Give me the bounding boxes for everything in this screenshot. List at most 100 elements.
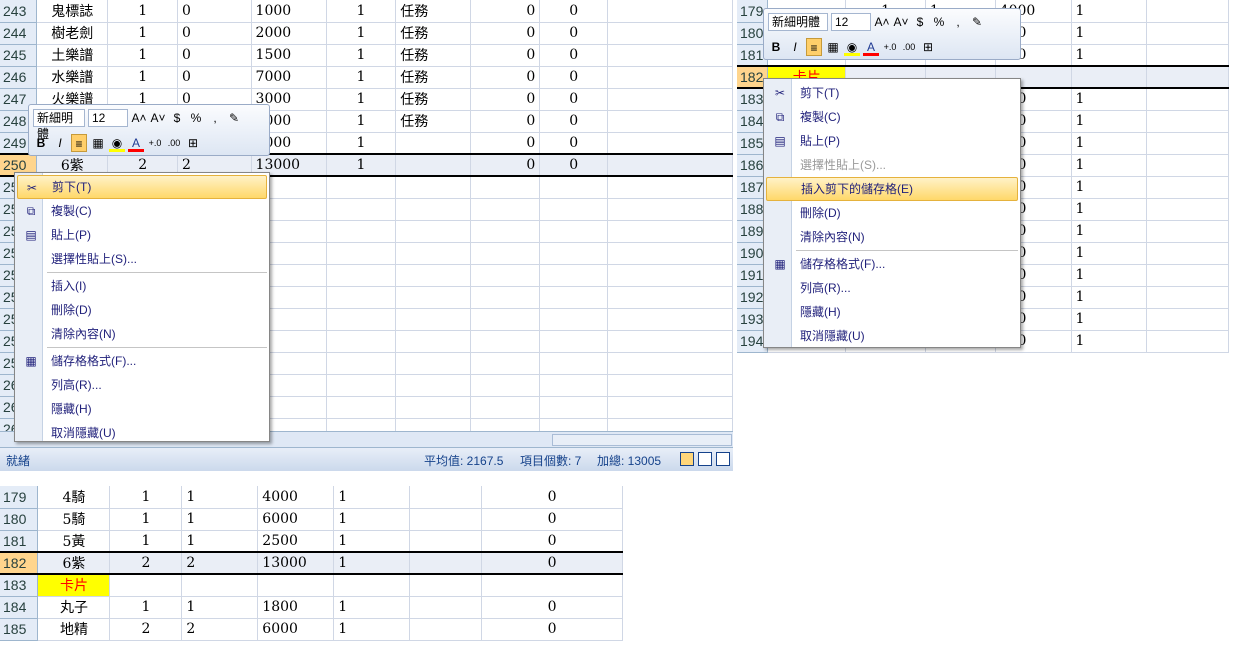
cell[interactable] <box>409 551 483 575</box>
italic-icon[interactable]: I <box>787 38 803 56</box>
menu-item-clear[interactable]: 清除內容(N) <box>17 322 267 346</box>
cell[interactable]: 1 <box>1071 308 1148 331</box>
cell[interactable]: 卡片 <box>37 574 111 597</box>
cell[interactable]: 1 <box>181 508 259 531</box>
cell[interactable]: 2 <box>181 551 259 575</box>
cell[interactable]: 0 <box>539 153 609 177</box>
table-row[interactable]: 183 卡片 <box>0 574 623 597</box>
cell[interactable] <box>326 242 397 265</box>
cell[interactable] <box>470 220 541 243</box>
format-painter-icon[interactable]: ✎ <box>969 13 985 31</box>
menu-item-unhide[interactable]: 取消隱藏(U) <box>766 324 1018 348</box>
cell[interactable] <box>539 352 609 375</box>
cell[interactable]: 1 <box>109 530 183 553</box>
row-header[interactable]: 243 <box>0 0 38 23</box>
cell[interactable]: 6000 <box>257 618 335 641</box>
cell[interactable] <box>1146 308 1229 331</box>
cell[interactable] <box>607 66 733 89</box>
cell[interactable] <box>181 574 259 597</box>
cell[interactable] <box>326 220 397 243</box>
percent-icon[interactable]: % <box>931 13 947 31</box>
cell[interactable] <box>539 264 609 287</box>
cell[interactable]: 1 <box>333 530 411 553</box>
cell[interactable] <box>607 374 733 397</box>
table-row[interactable]: 182 6紫 2 2 13000 1 0 <box>0 551 623 575</box>
cell[interactable]: 樹老劍 <box>36 22 109 45</box>
cell[interactable]: 1 <box>326 0 397 23</box>
page-break-view-icon[interactable] <box>716 452 730 466</box>
cell[interactable]: 水樂譜 <box>36 66 109 89</box>
cell[interactable] <box>607 308 733 331</box>
cell[interactable] <box>333 574 411 597</box>
cell[interactable] <box>395 352 471 375</box>
cell[interactable] <box>1146 220 1229 243</box>
menu-item-paste-special[interactable]: 選擇性貼上(S)... <box>17 247 267 271</box>
cell[interactable]: 土樂譜 <box>36 44 109 67</box>
cell[interactable] <box>481 574 623 597</box>
cell[interactable]: 1 <box>181 530 259 553</box>
decrease-decimal-icon[interactable]: .00 <box>166 134 182 152</box>
shrink-font-icon[interactable]: A˅ <box>150 109 166 127</box>
menu-item-clear[interactable]: 清除內容(N) <box>766 225 1018 249</box>
cell[interactable]: 1 <box>107 0 179 23</box>
cell[interactable] <box>1146 132 1229 155</box>
cell[interactable] <box>395 396 471 419</box>
cell[interactable]: 1 <box>326 22 397 45</box>
table-row[interactable]: 184 丸子 1 1 1800 1 0 <box>0 596 623 619</box>
cell[interactable]: 2 <box>109 618 183 641</box>
cell[interactable] <box>1146 176 1229 199</box>
cell[interactable] <box>607 198 733 221</box>
cell[interactable] <box>1146 0 1229 23</box>
table-row[interactable]: 244 樹老劍 1 0 2000 1 任務 0 0 <box>0 22 733 45</box>
cell[interactable]: 0 <box>470 132 541 155</box>
cell[interactable] <box>1146 154 1229 177</box>
cell[interactable]: 丸子 <box>37 596 111 619</box>
grow-font-icon[interactable]: A˄ <box>874 13 890 31</box>
cell[interactable] <box>1146 198 1229 221</box>
cell[interactable]: 1 <box>1071 242 1148 265</box>
table-row[interactable]: 179 4騎 1 1 4000 1 0 <box>0 486 623 509</box>
menu-item-format-cells[interactable]: ▦ 儲存格格式(F)... <box>766 252 1018 276</box>
cell[interactable] <box>395 242 471 265</box>
cell[interactable]: 0 <box>470 88 541 111</box>
cell[interactable] <box>607 176 733 199</box>
cell[interactable]: 1000 <box>251 0 327 23</box>
increase-decimal-icon[interactable]: +.0 <box>147 134 163 152</box>
page-layout-view-icon[interactable] <box>698 452 712 466</box>
cell[interactable] <box>539 374 609 397</box>
menu-item-insert-cut-cells[interactable]: 插入剪下的儲存格(E) <box>766 177 1018 201</box>
cell[interactable]: 0 <box>539 22 609 45</box>
cell[interactable] <box>395 308 471 331</box>
cell[interactable]: 1 <box>1071 176 1148 199</box>
cell[interactable] <box>1146 88 1229 111</box>
cell[interactable] <box>395 264 471 287</box>
cell[interactable]: 0 <box>481 596 623 619</box>
cell[interactable]: 鬼標誌 <box>36 0 109 23</box>
cell[interactable] <box>539 396 609 419</box>
cell[interactable] <box>470 198 541 221</box>
cell[interactable]: 0 <box>539 110 609 133</box>
cell[interactable]: 2500 <box>257 530 335 553</box>
cell[interactable]: 0 <box>481 508 623 531</box>
cell[interactable] <box>326 308 397 331</box>
cell[interactable] <box>470 396 541 419</box>
fill-color-icon[interactable]: ◉ <box>109 134 125 152</box>
format-painter-icon[interactable]: ✎ <box>226 109 242 127</box>
cell[interactable] <box>395 132 471 155</box>
cell[interactable] <box>607 132 733 155</box>
merge-center-icon[interactable]: ⊞ <box>920 38 936 56</box>
cell[interactable]: 1 <box>109 596 183 619</box>
cell[interactable]: 0 <box>177 66 252 89</box>
cell[interactable] <box>607 44 733 67</box>
percent-icon[interactable]: % <box>188 109 204 127</box>
cell[interactable] <box>395 220 471 243</box>
cell[interactable] <box>409 486 483 509</box>
cell[interactable] <box>470 242 541 265</box>
cell[interactable] <box>607 110 733 133</box>
cell[interactable] <box>1146 44 1229 67</box>
cell[interactable]: 0 <box>470 110 541 133</box>
cell[interactable] <box>395 153 471 177</box>
cell[interactable]: 2 <box>181 618 259 641</box>
cell[interactable]: 1800 <box>257 596 335 619</box>
menu-item-cut[interactable]: ✂ 剪下(T) <box>766 81 1018 105</box>
